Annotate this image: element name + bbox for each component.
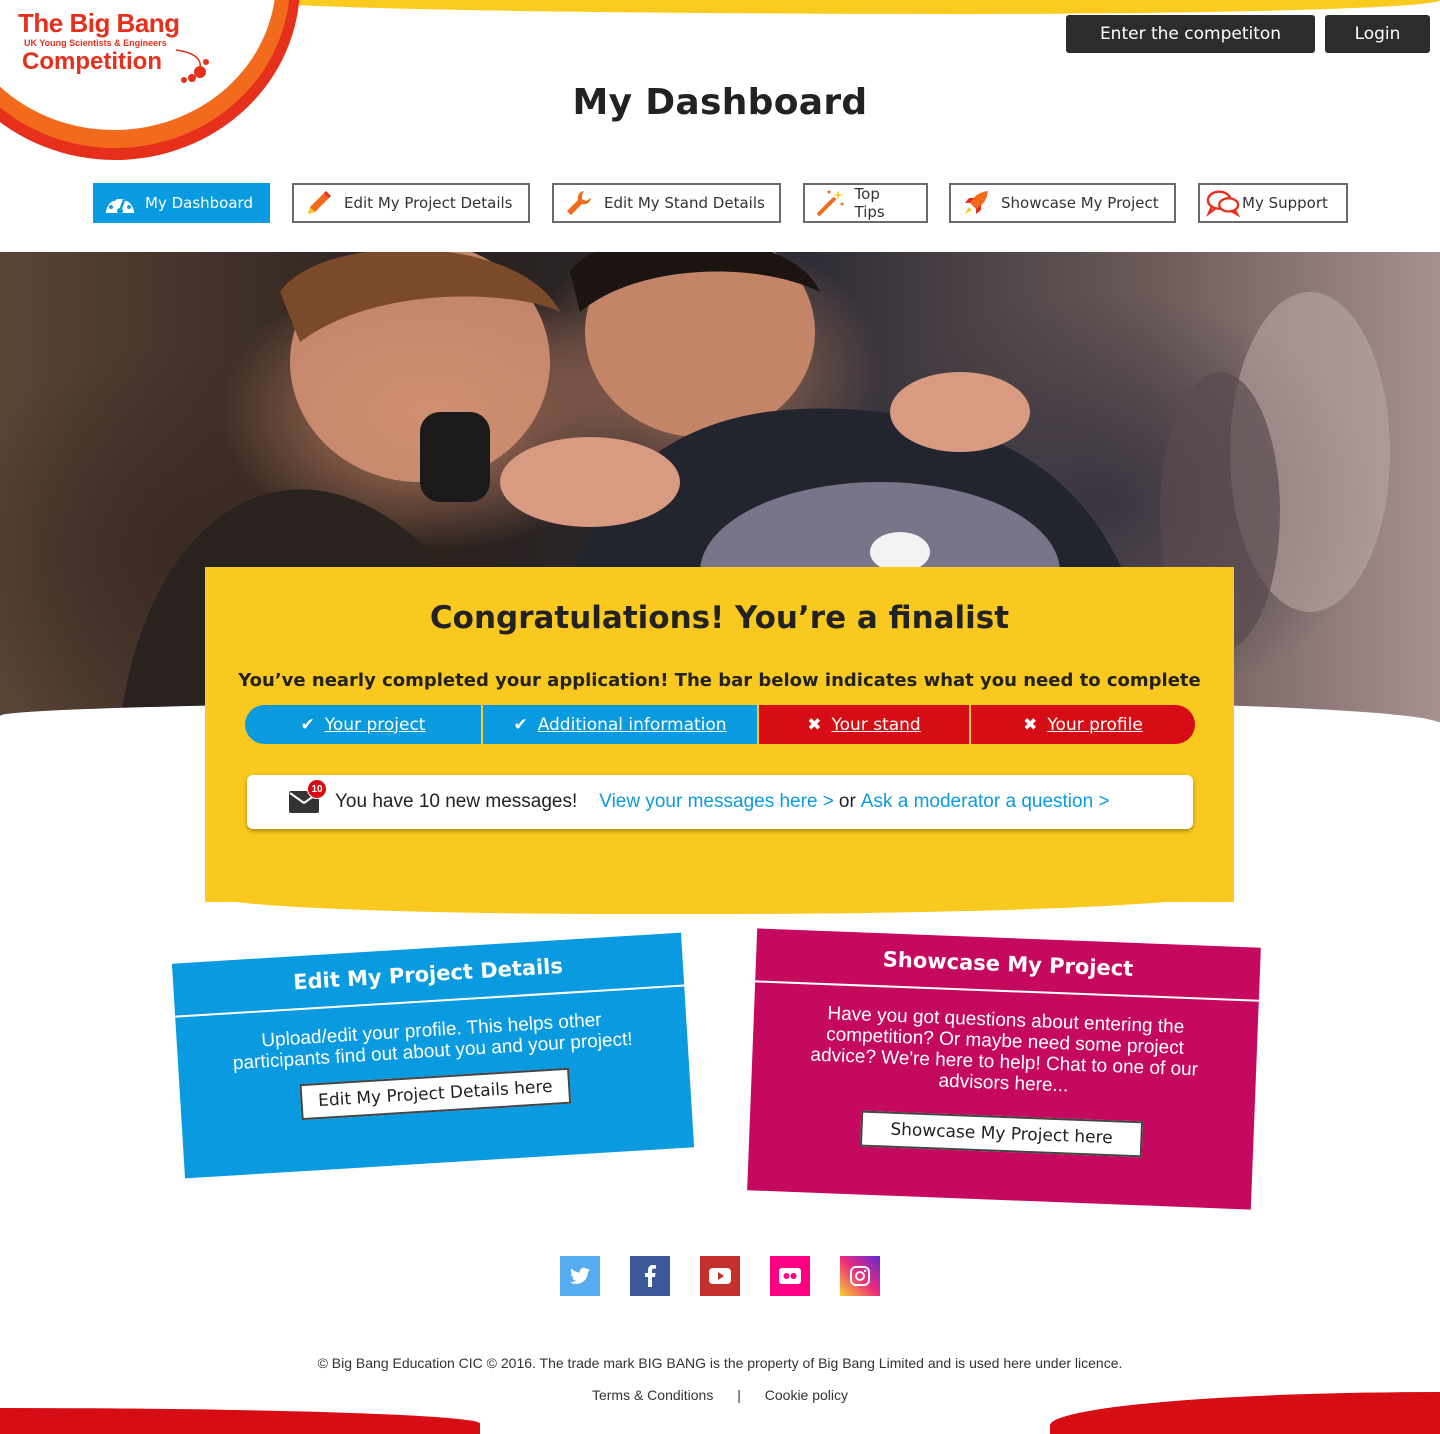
facebook-icon[interactable] bbox=[630, 1256, 670, 1296]
nav-label: My Dashboard bbox=[145, 194, 253, 212]
dashboard-gauge-icon bbox=[103, 188, 137, 218]
messages-or-text: or bbox=[838, 791, 856, 812]
message-count-badge: 10 bbox=[307, 779, 327, 799]
ask-moderator-link[interactable]: Ask a moderator a question > bbox=[861, 791, 1110, 813]
envelope-icon[interactable]: 10 bbox=[289, 779, 327, 813]
wrench-icon bbox=[562, 188, 596, 218]
chat-bubbles-icon bbox=[1206, 188, 1240, 218]
instagram-icon[interactable] bbox=[840, 1256, 880, 1296]
nav-label: Edit My Stand Details bbox=[604, 194, 765, 212]
footer-separator: | bbox=[737, 1387, 741, 1403]
messages-text: You have 10 new messages! bbox=[335, 791, 578, 812]
showcase-project-button[interactable]: Showcase My Project here bbox=[859, 1110, 1144, 1158]
nav-label: Showcase My Project bbox=[1001, 194, 1159, 212]
progress-step-label: Additional information bbox=[537, 714, 727, 735]
logo-tagline: UK Young Scientists & Engineers bbox=[24, 38, 167, 48]
nav-edit-stand-details[interactable]: Edit My Stand Details bbox=[552, 183, 781, 223]
view-messages-link[interactable]: View your messages here > bbox=[599, 791, 834, 813]
check-icon: ✔ bbox=[513, 714, 528, 735]
progress-step-your-project[interactable]: ✔ Your project bbox=[245, 705, 481, 744]
page-title: My Dashboard bbox=[572, 82, 868, 123]
rocket-icon bbox=[959, 188, 993, 218]
card-text: Upload/edit your profile. This helps oth… bbox=[232, 1009, 634, 1075]
finalist-title: Congratulations! You’re a finalist bbox=[429, 600, 1010, 636]
cross-icon: ✖ bbox=[1023, 714, 1038, 735]
edit-project-card: Edit My Project Details Upload/edit your… bbox=[171, 932, 695, 1179]
nav-label: Top Tips bbox=[854, 185, 885, 221]
progress-step-your-profile[interactable]: ✖ Your profile bbox=[969, 705, 1195, 744]
nav-edit-project-details[interactable]: Edit My Project Details bbox=[292, 183, 530, 223]
progress-step-your-stand[interactable]: ✖ Your stand bbox=[757, 705, 969, 744]
card-title: Showcase My Project bbox=[882, 947, 1134, 981]
nav-label: Edit My Project Details bbox=[344, 194, 513, 212]
flickr-icon[interactable] bbox=[770, 1256, 810, 1296]
login-button[interactable]: Login bbox=[1325, 15, 1430, 53]
progress-step-label: Your profile bbox=[1047, 714, 1143, 735]
edit-project-details-button[interactable]: Edit My Project Details here bbox=[299, 1067, 572, 1121]
cross-icon: ✖ bbox=[807, 714, 822, 735]
top-paint-streak bbox=[250, 0, 1440, 14]
showcase-project-card: Showcase My Project Have you got questio… bbox=[747, 928, 1261, 1210]
terms-link[interactable]: Terms & Conditions bbox=[592, 1387, 713, 1403]
nav-showcase-project[interactable]: Showcase My Project bbox=[949, 183, 1176, 223]
cookie-policy-link[interactable]: Cookie policy bbox=[765, 1387, 848, 1403]
nav-top-tips[interactable]: Top Tips bbox=[803, 183, 928, 223]
molecule-icon bbox=[175, 49, 209, 83]
pencil-icon bbox=[302, 188, 336, 218]
twitter-icon[interactable] bbox=[560, 1256, 600, 1296]
footer-paint-streak bbox=[0, 1408, 480, 1434]
finalist-subtitle: You’ve nearly completed your application… bbox=[238, 670, 1201, 691]
magic-wand-icon bbox=[813, 188, 847, 218]
check-icon: ✔ bbox=[300, 714, 315, 735]
nav-my-dashboard[interactable]: My Dashboard bbox=[93, 183, 270, 223]
card-divider bbox=[755, 980, 1259, 1002]
enter-competition-button[interactable]: Enter the competiton bbox=[1066, 15, 1315, 53]
finalist-panel-edge bbox=[205, 890, 1234, 914]
nav-label: My Support bbox=[1242, 194, 1328, 212]
logo-title: The Big Bang bbox=[18, 8, 180, 38]
nav-my-support[interactable]: My Support bbox=[1198, 183, 1348, 223]
progress-step-label: Your project bbox=[324, 714, 426, 735]
footer-copyright: © Big Bang Education CIC © 2016. The tra… bbox=[317, 1355, 1123, 1371]
application-progress-bar: ✔ Your project ✔ Additional information … bbox=[245, 705, 1195, 744]
card-text: Have you got questions about entering th… bbox=[810, 1003, 1199, 1097]
card-title: Edit My Project Details bbox=[292, 953, 564, 995]
progress-step-additional-information[interactable]: ✔ Additional information bbox=[481, 705, 757, 744]
progress-step-label: Your stand bbox=[831, 714, 921, 735]
messages-box: 10 You have 10 new messages! View your m… bbox=[247, 775, 1193, 829]
youtube-icon[interactable] bbox=[700, 1256, 740, 1296]
